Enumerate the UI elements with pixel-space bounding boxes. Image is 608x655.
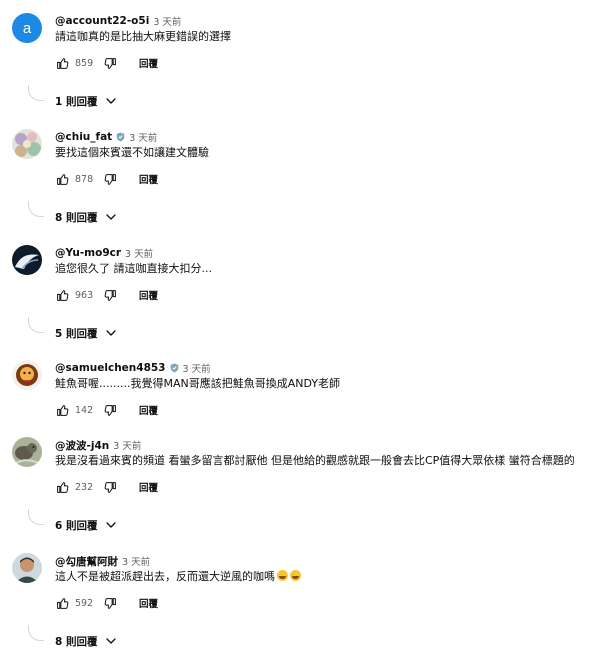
avatar[interactable]	[12, 129, 42, 159]
reply-button[interactable]: 回覆	[139, 480, 158, 494]
author-handle[interactable]: @Yu-mo9cr	[55, 247, 121, 259]
view-replies-button[interactable]: 6 則回覆	[55, 518, 117, 532]
thumbs-up-icon[interactable]	[55, 172, 69, 186]
comment-header: @account22-o5i 3 天前	[55, 14, 181, 28]
avatar[interactable]	[12, 245, 42, 275]
thread-connector	[28, 509, 44, 525]
view-replies-button[interactable]: 8 則回覆	[55, 210, 117, 224]
comment-time[interactable]: 3 天前	[113, 438, 141, 452]
like-count: 232	[75, 481, 94, 493]
thumbs-down-icon[interactable]	[103, 288, 117, 302]
reply-button[interactable]: 回覆	[139, 56, 158, 70]
comment-text: 這人不是被超派趕出去，反而還大逆風的咖嗎	[55, 569, 301, 585]
chevron-down-icon	[106, 522, 117, 528]
thumbs-down-icon[interactable]	[103, 56, 117, 70]
like-count: 878	[75, 173, 94, 185]
replies-count: 6 則回覆	[55, 519, 98, 532]
replies-count: 5 則回覆	[55, 327, 98, 340]
comment-time[interactable]: 3 天前	[122, 554, 150, 568]
thumbs-up-icon[interactable]	[55, 480, 69, 494]
comment-time[interactable]: 3 天前	[153, 14, 181, 28]
chevron-down-icon	[106, 638, 117, 644]
thumbs-up-icon[interactable]	[55, 596, 69, 610]
comment-actions: 232 回覆	[55, 479, 158, 495]
thread-connector	[28, 85, 44, 101]
view-replies-button[interactable]: 8 則回覆	[55, 634, 117, 648]
person-avatar-icon	[12, 553, 42, 583]
comment-text: 鮭魚哥喔.........我覺得MAN哥應該把鮭魚哥換成ANDY老師	[55, 377, 341, 390]
avatar[interactable]	[12, 553, 42, 583]
like-count: 963	[75, 289, 94, 301]
floral-avatar-icon	[12, 129, 42, 159]
like-count: 592	[75, 597, 94, 609]
like-count: 142	[75, 404, 94, 416]
avatar[interactable]	[12, 437, 42, 467]
author-handle[interactable]: @samuelchen4853	[55, 362, 166, 374]
replies-count: 8 則回覆	[55, 635, 98, 648]
view-replies-button[interactable]: 5 則回覆	[55, 326, 117, 340]
chevron-down-icon	[106, 98, 117, 104]
thumbs-up-icon[interactable]	[55, 56, 69, 70]
comment-time[interactable]: 3 天前	[183, 361, 211, 375]
reply-button[interactable]: 回覆	[139, 288, 158, 302]
comment-header: @勾唐幫阿財 3 天前	[55, 554, 150, 569]
thumbs-down-icon[interactable]	[103, 172, 117, 186]
comment-header: @chiu_fat 3 天前	[55, 130, 157, 144]
laughing-emoji-icon	[290, 570, 301, 581]
author-handle[interactable]: @勾唐幫阿財	[55, 554, 118, 569]
thumbs-up-icon[interactable]	[55, 403, 69, 417]
replies-count: 1 則回覆	[55, 95, 98, 108]
shield-badge-icon	[170, 363, 179, 373]
thread-connector	[28, 625, 44, 641]
comment-actions: 878 回覆	[55, 171, 158, 187]
comment-text: 我是沒看過來賓的頻道 看蠻多留言都討厭他 但是他給的觀感就跟一般會去比CP值得大…	[55, 454, 575, 467]
comment-actions: 592 回覆	[55, 595, 158, 611]
thumbs-up-icon[interactable]	[55, 288, 69, 302]
author-handle[interactable]: @波波-j4n	[55, 438, 109, 453]
view-replies-button[interactable]: 1 則回覆	[55, 94, 117, 108]
dark-avatar-icon	[12, 245, 42, 275]
comment-header: @波波-j4n 3 天前	[55, 438, 141, 453]
comment-text: 請這咖真的是比抽大麻更錯誤的選擇	[55, 30, 231, 43]
laughing-emoji-icon	[277, 570, 288, 581]
thumbs-down-icon[interactable]	[103, 480, 117, 494]
comment-actions: 963 回覆	[55, 287, 158, 303]
like-count: 859	[75, 57, 94, 69]
thumbs-down-icon[interactable]	[103, 596, 117, 610]
avatar[interactable]: a	[12, 13, 42, 43]
comment-text: 追您很久了 請這咖直接大扣分...	[55, 262, 212, 275]
reply-button[interactable]: 回覆	[139, 596, 158, 610]
comment-actions: 859 回覆	[55, 55, 158, 71]
avatar[interactable]	[12, 360, 42, 390]
reply-button[interactable]: 回覆	[139, 172, 158, 186]
chevron-down-icon	[106, 214, 117, 220]
comment-actions: 142 回覆	[55, 402, 158, 418]
character-avatar-icon	[12, 360, 42, 390]
comment-header: @Yu-mo9cr 3 天前	[55, 246, 153, 260]
replies-count: 8 則回覆	[55, 211, 98, 224]
thread-connector	[28, 317, 44, 333]
chevron-down-icon	[106, 330, 117, 336]
author-handle[interactable]: @account22-o5i	[55, 15, 149, 27]
comment-header: @samuelchen4853 3 天前	[55, 361, 211, 375]
comment-text-body: 這人不是被超派趕出去，反而還大逆風的咖嗎	[55, 570, 275, 583]
avatar-letter: a	[22, 19, 32, 37]
photo-avatar-icon	[12, 437, 42, 467]
comment-time[interactable]: 3 天前	[125, 246, 153, 260]
shield-badge-icon	[116, 132, 125, 142]
author-handle[interactable]: @chiu_fat	[55, 131, 112, 143]
comment-time[interactable]: 3 天前	[129, 130, 157, 144]
reply-button[interactable]: 回覆	[139, 403, 158, 417]
comment-text: 要找這個來賓還不如讓建文體驗	[55, 146, 209, 159]
thumbs-down-icon[interactable]	[103, 403, 117, 417]
thread-connector	[28, 201, 44, 217]
